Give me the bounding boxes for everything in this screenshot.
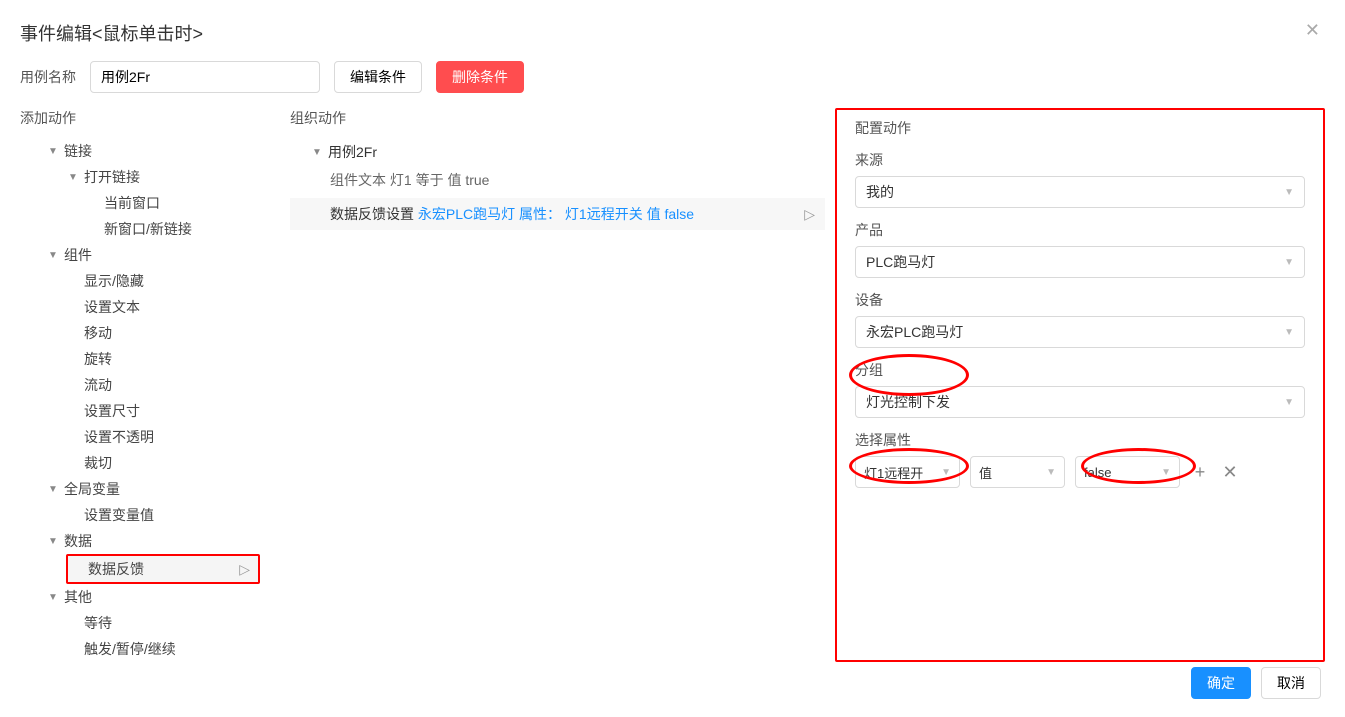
- tree-item-set-size[interactable]: ▼设置尺寸: [20, 398, 290, 424]
- group-label: 分组: [855, 360, 1305, 380]
- play-icon: ▷: [239, 561, 250, 578]
- tree-item-crop[interactable]: ▼裁切: [20, 450, 290, 476]
- case-name-label: 用例名称: [20, 67, 76, 87]
- case-name-input[interactable]: [90, 61, 320, 93]
- add-icon[interactable]: +: [1190, 462, 1210, 483]
- org-action-prefix: 数据反馈设置: [330, 206, 418, 222]
- source-select[interactable]: 我的▼: [855, 176, 1305, 208]
- tree-item-set-opacity[interactable]: ▼设置不透明: [20, 424, 290, 450]
- tree-item-data-feedback[interactable]: 数据反馈 ▷: [66, 554, 260, 584]
- add-action-title: 添加动作: [20, 108, 290, 128]
- group-select[interactable]: 灯光控制下发▼: [855, 386, 1305, 418]
- source-label: 来源: [855, 150, 1305, 170]
- product-select[interactable]: PLC跑马灯▼: [855, 246, 1305, 278]
- tree-item-trigger[interactable]: ▼触发/暂停/继续: [20, 636, 290, 662]
- chevron-down-icon: ▼: [1284, 187, 1294, 198]
- tree-item-move[interactable]: ▼移动: [20, 320, 290, 346]
- tree-item-wait[interactable]: ▼等待: [20, 610, 290, 636]
- remove-icon[interactable]: ✕: [1220, 462, 1240, 483]
- org-action-link[interactable]: 永宏PLC跑马灯 属性： 灯1远程开关 值 false: [418, 206, 694, 222]
- product-label: 产品: [855, 220, 1305, 240]
- attr-property-select[interactable]: 灯1远程开▼: [855, 456, 960, 488]
- close-icon[interactable]: ✕: [1305, 20, 1320, 41]
- ok-button[interactable]: 确定: [1191, 667, 1251, 699]
- org-action-selected[interactable]: 数据反馈设置 永宏PLC跑马灯 属性： 灯1远程开关 值 false ▷: [290, 198, 825, 230]
- chevron-down-icon: ▼: [1284, 397, 1294, 408]
- tree-item-set-var[interactable]: ▼设置变量值: [20, 502, 290, 528]
- tree-group-component[interactable]: ▼组件: [20, 242, 290, 268]
- tree-group-data[interactable]: ▼数据: [20, 528, 290, 554]
- tree-item-set-text[interactable]: ▼设置文本: [20, 294, 290, 320]
- org-case-name[interactable]: ▼ 用例2Fr: [290, 138, 825, 166]
- tree-item-new-window[interactable]: ▼新窗口/新链接: [20, 216, 290, 242]
- chevron-down-icon: ▼: [1284, 257, 1294, 268]
- tree-group-open-link[interactable]: ▼打开链接: [20, 164, 290, 190]
- tree-item-show-hide[interactable]: ▼显示/隐藏: [20, 268, 290, 294]
- tree-item-current-window[interactable]: ▼当前窗口: [20, 190, 290, 216]
- device-select[interactable]: 永宏PLC跑马灯▼: [855, 316, 1305, 348]
- organize-action-title: 组织动作: [290, 108, 825, 128]
- tree-item-rotate[interactable]: ▼旋转: [20, 346, 290, 372]
- chevron-down-icon: ▼: [1046, 467, 1056, 478]
- delete-condition-button[interactable]: 删除条件: [436, 61, 524, 93]
- action-tree: ▼链接 ▼打开链接 ▼当前窗口 ▼新窗口/新链接 ▼组件 ▼显示/隐藏 ▼设置文…: [20, 138, 290, 662]
- attr-value-select[interactable]: false▼: [1075, 456, 1180, 488]
- play-icon: ▷: [804, 206, 815, 223]
- org-condition: 组件文本 灯1 等于 值 true: [290, 166, 825, 194]
- dialog-title: 事件编辑<鼠标单击时>: [20, 20, 203, 46]
- chevron-down-icon: ▼: [941, 467, 951, 478]
- configure-action-title: 配置动作: [855, 118, 1305, 138]
- tree-item-flow[interactable]: ▼流动: [20, 372, 290, 398]
- attr-operator-select[interactable]: 值▼: [970, 456, 1065, 488]
- tree-group-global-var[interactable]: ▼全局变量: [20, 476, 290, 502]
- chevron-down-icon: ▼: [1284, 327, 1294, 338]
- attr-label: 选择属性: [855, 430, 1305, 450]
- chevron-down-icon: ▼: [1161, 467, 1171, 478]
- tree-group-other[interactable]: ▼其他: [20, 584, 290, 610]
- device-label: 设备: [855, 290, 1305, 310]
- edit-condition-button[interactable]: 编辑条件: [334, 61, 422, 93]
- tree-group-link[interactable]: ▼链接: [20, 138, 290, 164]
- cancel-button[interactable]: 取消: [1261, 667, 1321, 699]
